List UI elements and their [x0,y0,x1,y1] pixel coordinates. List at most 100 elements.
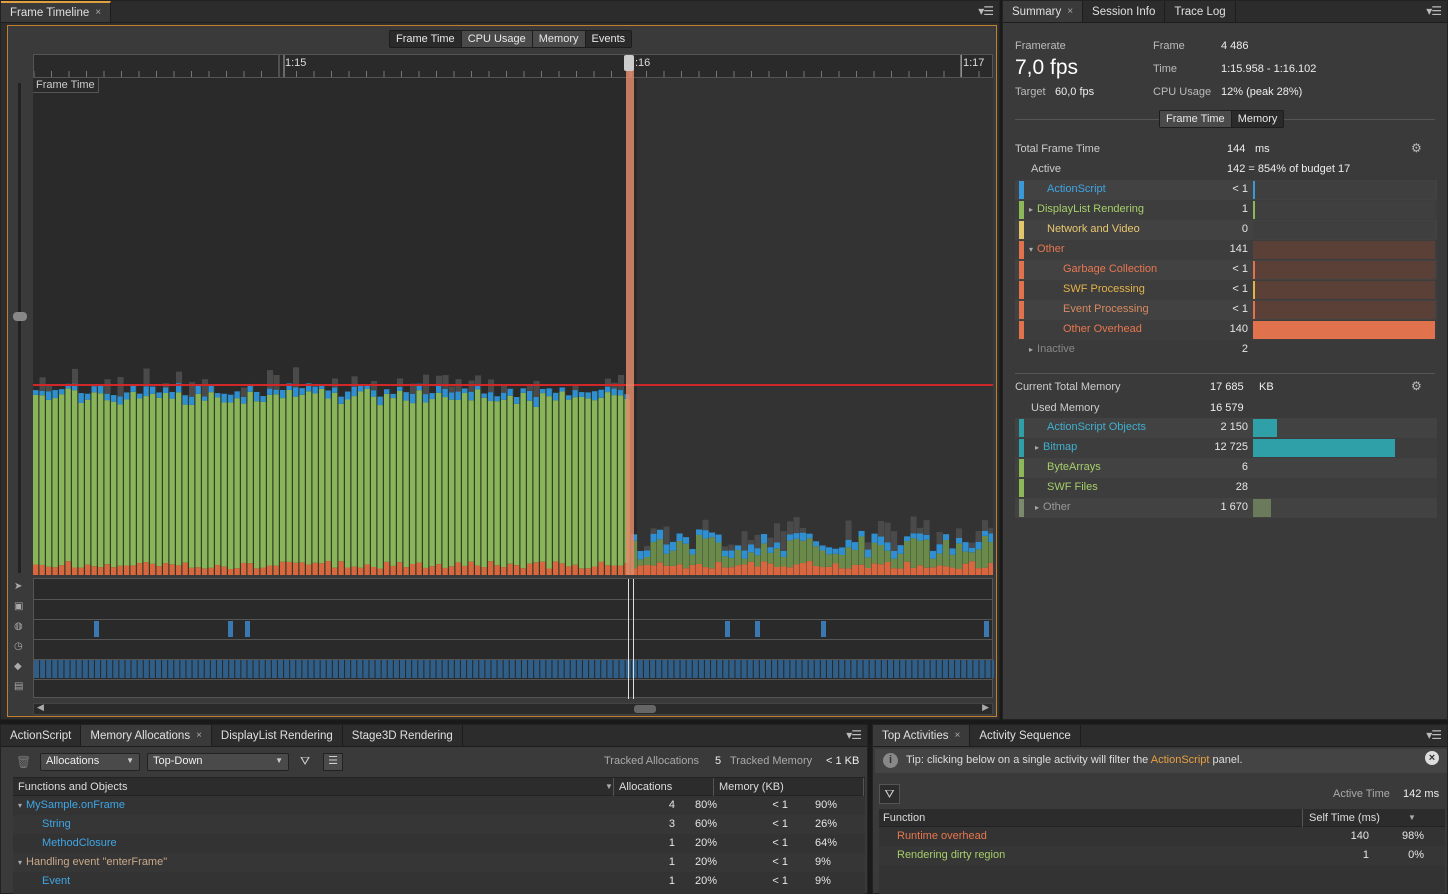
event-lanes[interactable] [33,578,994,699]
frame-row[interactable]: Other Overhead 140 [1015,320,1437,340]
frame-bar-script [241,396,248,404]
table-row[interactable]: ▾ Handling event "enterFrame" 1 20% < 1 9% [13,853,865,872]
event-marker[interactable] [245,621,250,637]
tip-link[interactable]: ActionScript [1151,754,1210,766]
frame-row[interactable]: ActionScript < 1 [1015,180,1437,200]
render-marker [436,660,442,678]
frame-row[interactable]: ▸ Inactive 2 [1015,340,1437,360]
frame-row[interactable]: ▸ DisplayList Rendering 1 [1015,200,1437,220]
tab-trace-log[interactable]: Trace Log [1165,1,1236,22]
tab-frame-time[interactable]: Frame Time [390,31,462,47]
scroll-right-icon[interactable]: ▶ [982,702,989,713]
tab-actionscript[interactable]: ActionScript [1,725,82,746]
filter-icon[interactable]: ⛛ [300,754,310,769]
tab-displaylist-rendering[interactable]: DisplayList Rendering [212,725,343,746]
tab-memory-allocations[interactable]: Memory Allocations × [81,725,212,746]
frame-time-chart[interactable]: Frame Time [33,78,993,575]
playhead-range[interactable] [626,59,634,575]
time-value: 1:15.958 - 1:16.102 [1221,63,1317,75]
table-row[interactable]: MethodClosure 1 20% < 1 64% [13,834,865,853]
event-marker[interactable] [821,621,826,637]
table-row[interactable]: Event 1 20% < 1 9% [13,872,865,891]
close-icon[interactable]: × [196,730,202,741]
list-view-button[interactable]: ☰ [323,753,343,771]
expand-right-icon[interactable]: ▸ [1035,503,1039,512]
tab-activity-sequence[interactable]: Activity Sequence [970,725,1081,746]
frame-row-text: Other Overhead [1063,323,1142,335]
close-icon[interactable]: × [1067,6,1073,17]
horizontal-scrollbar[interactable]: ◀ ▶ [33,702,993,715]
tab-events[interactable]: Events [586,31,632,47]
panel-menu-icon[interactable]: ▾☰ [1426,4,1442,18]
sort-icon[interactable]: ▼ [1408,813,1416,822]
col-memory[interactable]: Memory (KB) [719,781,784,793]
tab-frame-timeline[interactable]: Frame Timeline × [1,1,112,22]
memory-row[interactable]: ByteArrays 6 [1015,458,1437,478]
frame-bar-shadow [116,395,118,575]
toggle-memory[interactable]: Memory [1232,111,1284,127]
memory-row[interactable]: ▸ Other 1 670 [1015,498,1437,518]
event-marker[interactable] [94,621,99,637]
tab-stage3d-rendering[interactable]: Stage3D Rendering [343,725,463,746]
col-allocations[interactable]: Allocations [619,781,672,793]
col-function[interactable]: Function [883,812,925,824]
frame-bar-script [800,532,807,541]
memory-row[interactable]: ActionScript Objects 2 150 [1015,418,1437,438]
frame-settings-gear-icon[interactable]: ⚙ [1411,141,1422,155]
expand-down-icon[interactable]: ▾ [18,801,22,810]
sort-icon[interactable]: ▼ [605,782,613,791]
expand-down-icon[interactable]: ▾ [18,858,22,867]
vertical-zoom-track[interactable] [18,83,21,573]
activity-filter-button[interactable]: ⛛ [879,784,900,804]
expand-down-icon[interactable]: ▾ [1029,245,1033,254]
allocations-mode-select[interactable]: Allocations ▼ [40,753,140,771]
render-marker [192,660,198,678]
memory-settings-gear-icon[interactable]: ⚙ [1411,379,1422,393]
scroll-left-icon[interactable]: ◀ [37,702,44,713]
frame-row[interactable]: Network and Video 0 [1015,220,1437,240]
trash-icon[interactable]: 🗑 [16,755,31,769]
table-row[interactable]: String 3 60% < 1 26% [13,815,865,834]
event-marker[interactable] [984,621,989,637]
toggle-frame-time[interactable]: Frame Time [1160,111,1232,127]
close-icon[interactable]: × [954,730,960,741]
frame-bar-other [124,565,131,575]
panel-menu-icon[interactable]: ▾☰ [978,4,994,18]
event-marker[interactable] [228,621,233,637]
table-row[interactable]: Runtime overhead 140 98% [879,827,1445,846]
tab-memory[interactable]: Memory [532,31,586,47]
filter-icon: ⛛ [884,787,895,801]
expand-right-icon[interactable]: ▸ [1029,345,1033,354]
frame-row[interactable]: Garbage Collection < 1 [1015,260,1437,280]
memory-row[interactable]: ▸ Bitmap 12 725 [1015,438,1437,458]
frame-row[interactable]: Event Processing < 1 [1015,300,1437,320]
table-row[interactable]: ▾ MySample.onFrame 4 80% < 1 90% [13,796,865,815]
tab-cpu-usage[interactable]: CPU Usage [461,31,533,47]
frame-bar-render [293,396,300,563]
vertical-zoom-handle[interactable] [13,312,27,321]
expand-right-icon[interactable]: ▸ [1035,443,1039,452]
expand-right-icon[interactable]: ▸ [1029,205,1033,214]
view-mode-select[interactable]: Top-Down ▼ [147,753,289,771]
col-functions[interactable]: Functions and Objects [18,781,127,793]
tab-top-activities[interactable]: Top Activities × [873,725,971,746]
frame-row[interactable]: ▾ Other 141 [1015,240,1437,260]
render-marker [217,660,222,678]
panel-menu-icon[interactable]: ▾☰ [846,728,862,742]
event-marker[interactable] [725,621,730,637]
render-marker [607,660,613,678]
tab-session-info[interactable]: Session Info [1083,1,1166,22]
panel-menu-icon[interactable]: ▾☰ [1426,728,1442,742]
frame-bar-script [488,392,495,402]
playhead-handle[interactable] [624,55,634,71]
time-ruler[interactable]: 1:15 :16 1:17 [33,54,993,78]
memory-row[interactable]: SWF Files 28 [1015,478,1437,498]
close-icon[interactable]: × [95,7,101,18]
frame-row[interactable]: SWF Processing < 1 [1015,280,1437,300]
table-row[interactable]: Rendering dirty region 1 0% [879,846,1445,865]
event-marker[interactable] [755,621,760,637]
scroll-thumb[interactable] [634,705,656,713]
dismiss-tip-icon[interactable]: × [1425,751,1439,765]
tab-summary[interactable]: Summary × [1003,1,1084,22]
col-self-time[interactable]: Self Time (ms) [1309,812,1380,824]
